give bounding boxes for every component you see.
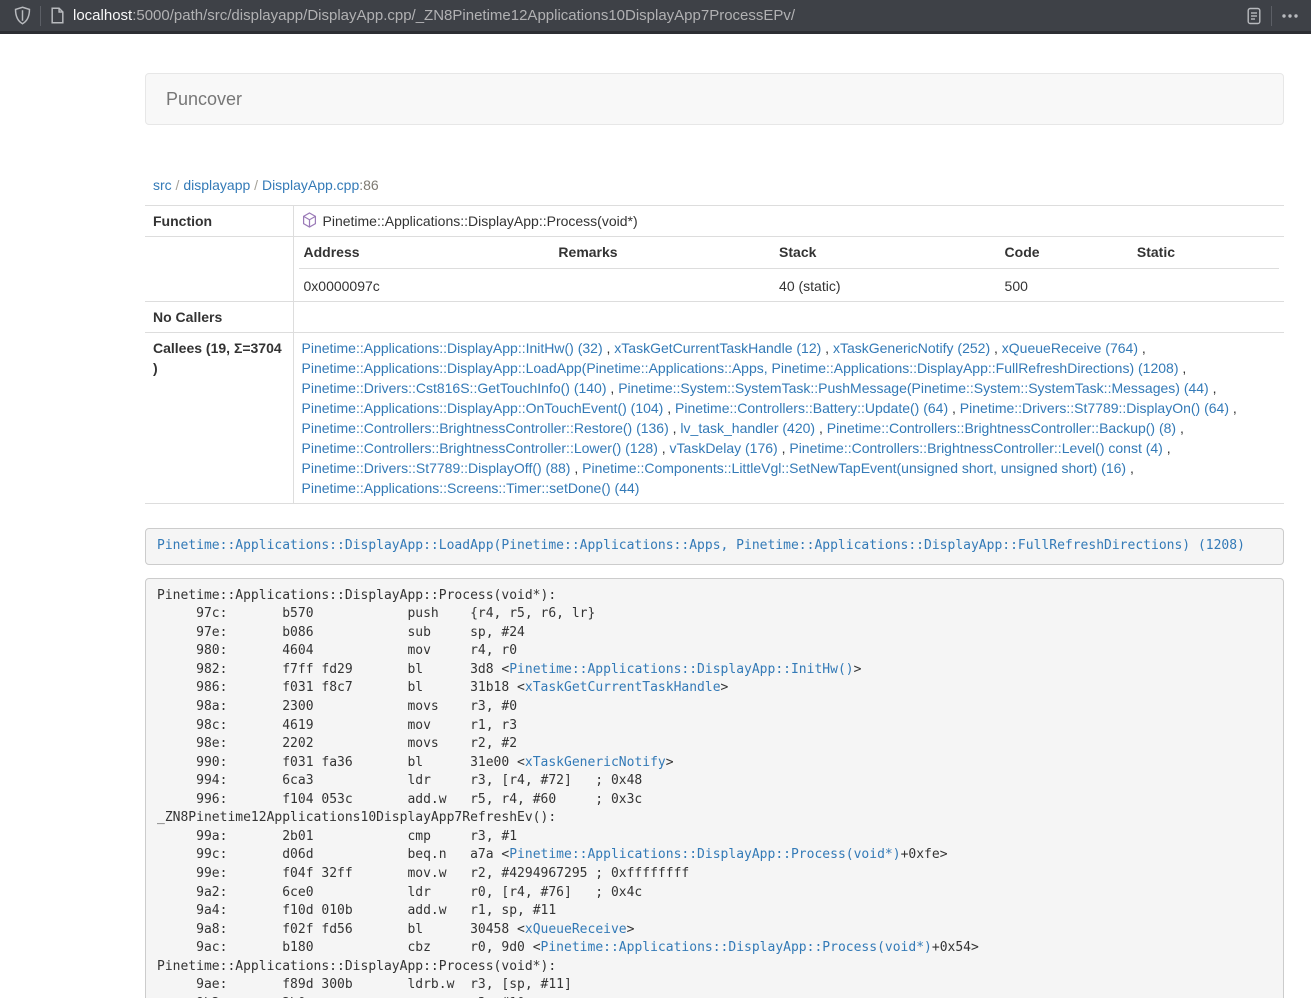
- navbar: Puncover: [145, 73, 1284, 125]
- stats-value-row: 0x0000097c 40 (static) 500: [299, 269, 1280, 302]
- code-symbol-link[interactable]: Pinetime::Applications::DisplayApp::Proc…: [509, 847, 900, 862]
- breadcrumb: src / displayapp / DisplayApp.cpp:86: [153, 175, 1284, 195]
- callee-link[interactable]: Pinetime::Controllers::BrightnessControl…: [302, 440, 658, 456]
- col-header-remarks: Remarks: [553, 237, 774, 269]
- url-path: :5000/path/src/displayapp/DisplayApp.cpp…: [132, 7, 795, 24]
- breadcrumb-item-DisplayApp.cpp[interactable]: DisplayApp.cpp: [262, 177, 359, 193]
- callee-link[interactable]: xTaskGenericNotify (252): [833, 340, 990, 356]
- static-value: [1132, 269, 1279, 302]
- stack-value: 40 (static): [774, 269, 1000, 302]
- page-icon[interactable]: [50, 7, 65, 24]
- callee-link[interactable]: Pinetime::Applications::DisplayApp::Load…: [302, 360, 1179, 376]
- col-header-stack: Stack: [774, 237, 1000, 269]
- function-detail-table: Function Pinetime::Applications::Display…: [145, 205, 1284, 504]
- browser-toolbar: localhost:5000/path/src/displayapp/Displ…: [0, 0, 1311, 34]
- callee-link[interactable]: Pinetime::Applications::DisplayApp::Init…: [302, 340, 603, 356]
- breadcrumb-separator: /: [250, 177, 262, 193]
- col-header-code: Code: [1000, 237, 1132, 269]
- code-symbol-link[interactable]: Pinetime::Applications::DisplayApp::Proc…: [541, 940, 932, 955]
- callee-link[interactable]: lv_task_handler (420): [680, 420, 815, 436]
- col-header-address: Address: [299, 237, 554, 269]
- code-symbol-link[interactable]: xTaskGenericNotify: [525, 755, 666, 770]
- breadcrumb-separator: /: [172, 177, 184, 193]
- function-stats-row: Address Remarks Stack Code Static 0x0000…: [145, 237, 1284, 302]
- callers-row: No Callers: [145, 302, 1284, 333]
- callee-link[interactable]: Pinetime::Drivers::St7789::DisplayOff() …: [302, 460, 571, 476]
- remarks-value: [553, 269, 774, 302]
- function-row: Function Pinetime::Applications::Display…: [145, 206, 1284, 237]
- address-value: 0x0000097c: [299, 269, 554, 302]
- callee-link[interactable]: Pinetime::Controllers::BrightnessControl…: [302, 420, 669, 436]
- code-size-value: 500: [1000, 269, 1132, 302]
- callee-link[interactable]: Pinetime::Applications::DisplayApp::OnTo…: [302, 400, 664, 416]
- toolbar-separator: [40, 6, 41, 26]
- callees-list: Pinetime::Applications::DisplayApp::Init…: [293, 333, 1284, 504]
- callee-link[interactable]: Pinetime::Applications::Screens::Timer::…: [302, 480, 640, 496]
- breadcrumb-line-number: :86: [359, 177, 378, 193]
- highlighted-callee-box: Pinetime::Applications::DisplayApp::Load…: [145, 528, 1284, 565]
- breadcrumb-item-displayapp[interactable]: displayapp: [183, 177, 250, 193]
- no-callers-label: No Callers: [145, 302, 293, 333]
- code-symbol-link[interactable]: Pinetime::Applications::DisplayApp::Init…: [509, 662, 853, 677]
- callees-row: Callees (19, Σ=3704 ) Pinetime::Applicat…: [145, 333, 1284, 504]
- col-header-static: Static: [1132, 237, 1279, 269]
- callee-link[interactable]: Pinetime::Controllers::Battery::Update()…: [675, 400, 948, 416]
- toolbar-separator: [1271, 6, 1272, 26]
- stats-table: Address Remarks Stack Code Static 0x0000…: [299, 237, 1280, 301]
- disassembly-listing: Pinetime::Applications::DisplayApp::Proc…: [145, 578, 1284, 998]
- url-host: localhost: [73, 7, 132, 24]
- page-actions-menu-icon[interactable]: [1281, 13, 1299, 19]
- function-cube-icon: [302, 212, 317, 228]
- callee-link[interactable]: xTaskGetCurrentTaskHandle (12): [614, 340, 821, 356]
- code-symbol-link[interactable]: xQueueReceive: [525, 922, 627, 937]
- function-row-label: Function: [145, 206, 293, 237]
- callee-link[interactable]: vTaskDelay (176): [670, 440, 778, 456]
- url-bar[interactable]: localhost:5000/path/src/displayapp/Displ…: [73, 7, 1246, 24]
- callee-link[interactable]: Pinetime::System::SystemTask::PushMessag…: [618, 380, 1209, 396]
- callee-link[interactable]: Pinetime::Drivers::St7789::DisplayOn() (…: [960, 400, 1229, 416]
- callee-link[interactable]: Pinetime::Drivers::Cst816S::GetTouchInfo…: [302, 380, 607, 396]
- code-symbol-link[interactable]: xTaskGetCurrentTaskHandle: [525, 680, 721, 695]
- loadapp-function-link[interactable]: Pinetime::Applications::DisplayApp::Load…: [157, 538, 1245, 553]
- callee-link[interactable]: Pinetime::Components::LittleVgl::SetNewT…: [582, 460, 1126, 476]
- breadcrumb-item-src[interactable]: src: [153, 177, 172, 193]
- callee-link[interactable]: Pinetime::Controllers::BrightnessControl…: [827, 420, 1176, 436]
- shield-icon[interactable]: [14, 6, 31, 25]
- page-container: Puncover src / displayapp / DisplayApp.c…: [145, 73, 1284, 998]
- navbar-brand[interactable]: Puncover: [166, 89, 242, 110]
- callee-link[interactable]: Pinetime::Controllers::BrightnessControl…: [789, 440, 1162, 456]
- function-name: Pinetime::Applications::DisplayApp::Proc…: [323, 213, 638, 229]
- callees-label: Callees (19, Σ=3704 ): [145, 333, 293, 504]
- callee-link[interactable]: xQueueReceive (764): [1002, 340, 1138, 356]
- reader-view-icon[interactable]: [1246, 7, 1262, 25]
